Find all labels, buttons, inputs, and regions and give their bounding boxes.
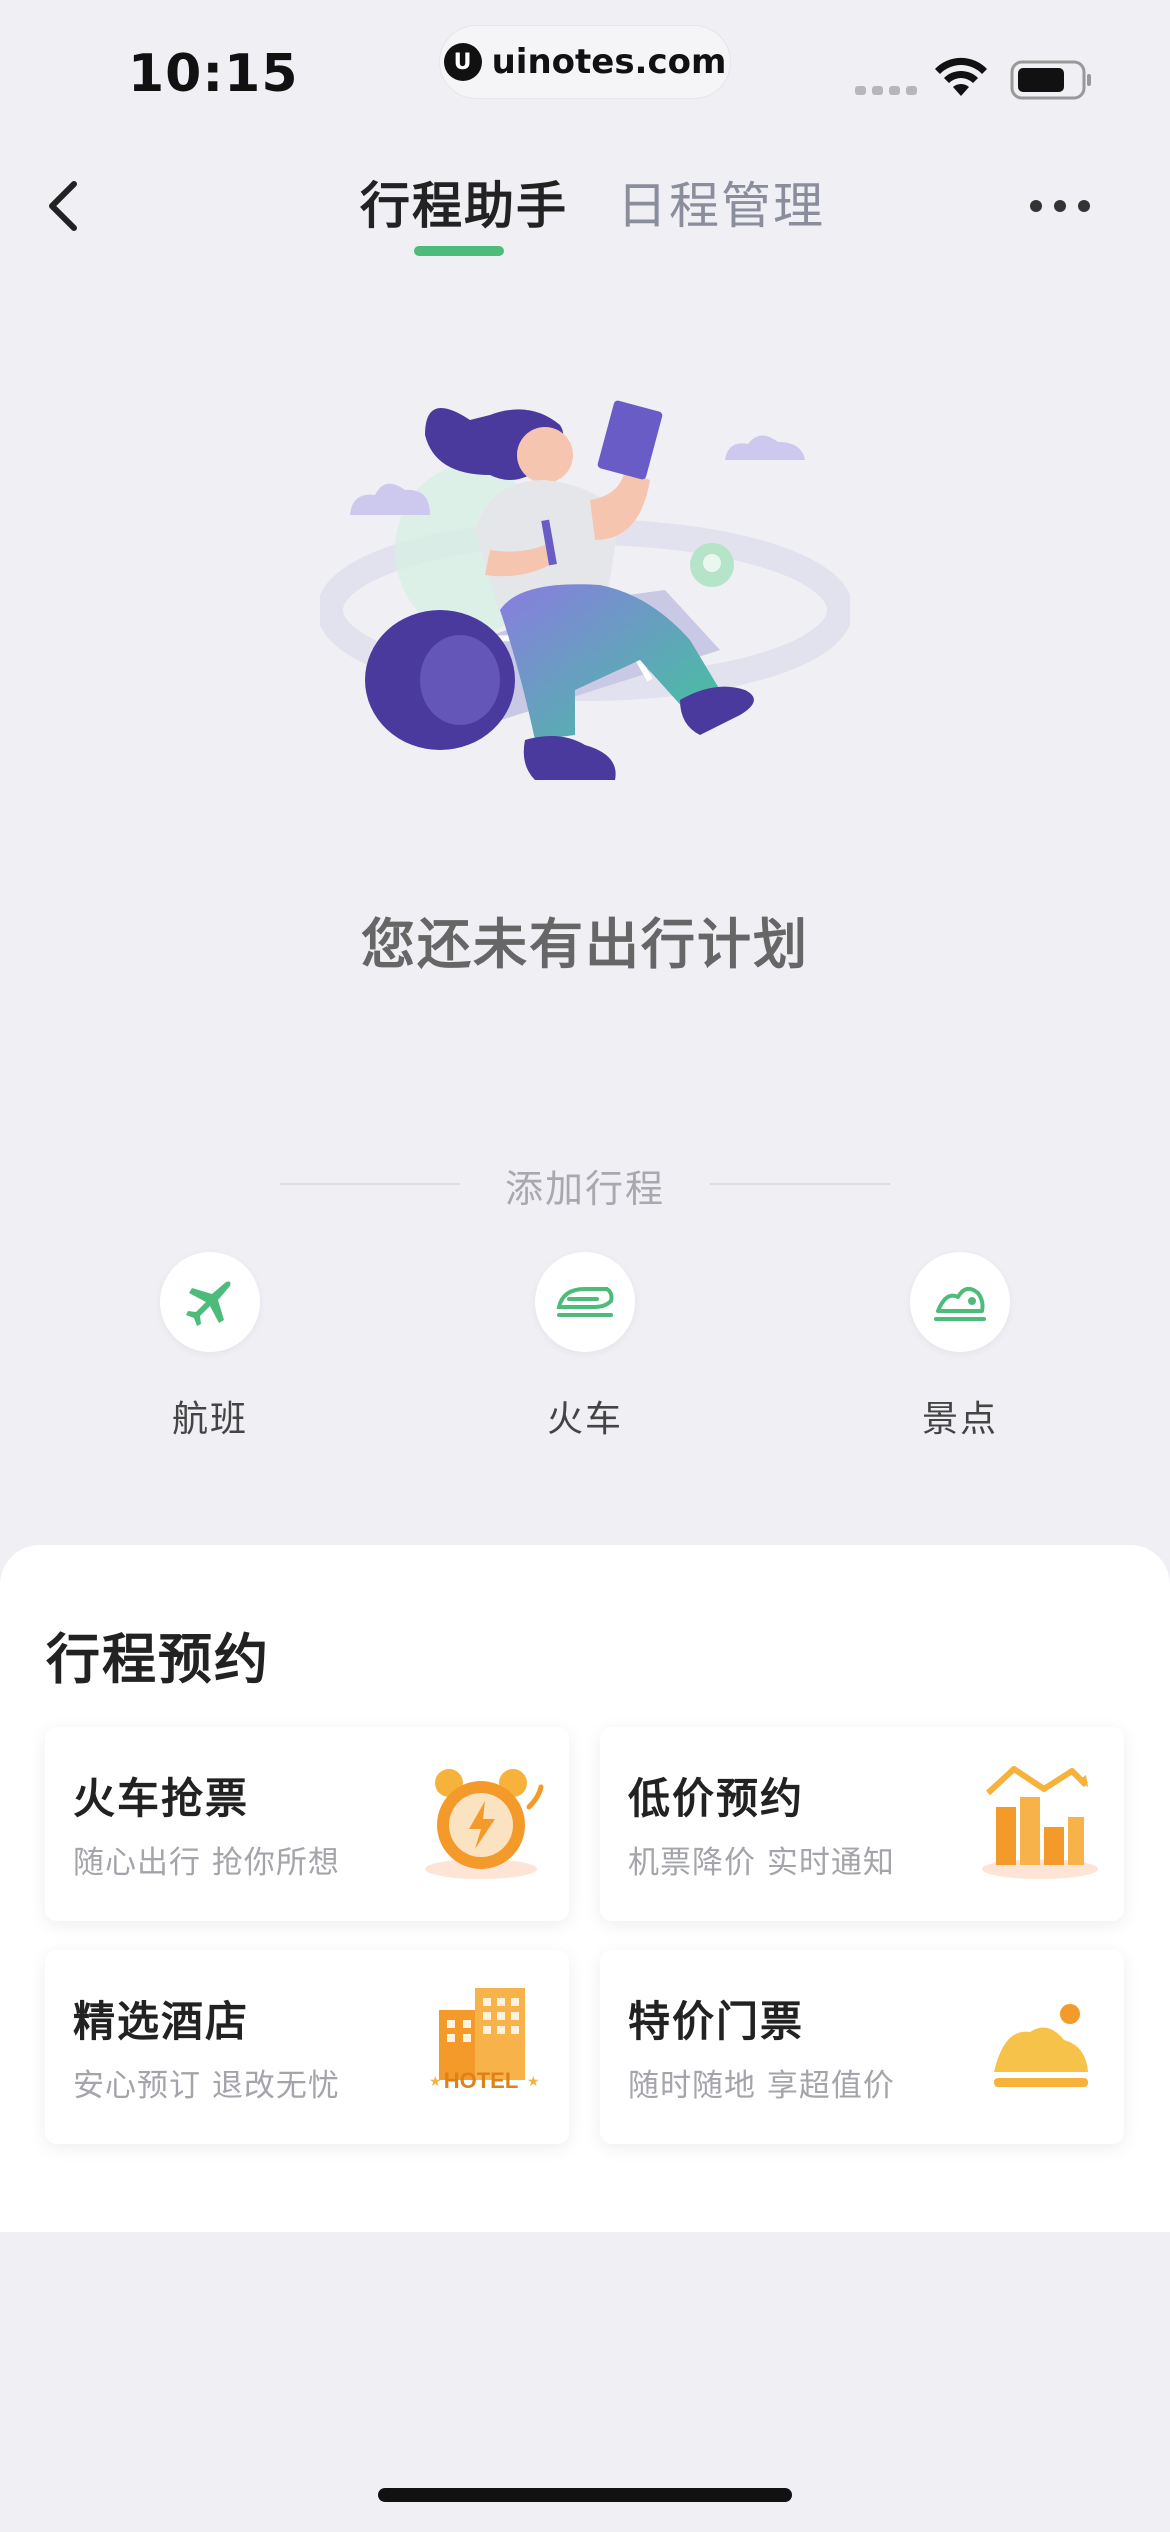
url-text: uinotes.com — [491, 42, 727, 82]
cellular-signal-icon — [855, 86, 917, 95]
train-icon-circle[interactable] — [535, 1252, 635, 1352]
price-drop-chart-icon — [982, 1766, 1098, 1879]
alarm-clock-icon — [425, 1769, 544, 1879]
attraction-icon — [934, 1286, 986, 1321]
divider-line — [710, 1183, 890, 1185]
card-subtitle: 随时随地 享超值价 — [628, 2068, 895, 2104]
flight-icon-circle[interactable] — [160, 1252, 260, 1352]
card-title: 低价预约 — [628, 1774, 805, 1823]
tab-trip-assistant[interactable]: 行程助手 — [360, 166, 568, 238]
svg-text:★: ★ — [527, 2074, 540, 2090]
attraction-label: 景点 — [921, 1399, 998, 1440]
svg-text:★: ★ — [429, 2074, 442, 2090]
tab-schedule-management[interactable]: 日程管理 — [617, 166, 825, 238]
site-logo-icon: U — [443, 43, 482, 81]
wifi-icon — [935, 57, 987, 96]
dot-icon — [1030, 200, 1042, 212]
low-price-booking-card[interactable]: 低价预约 机票降价 实时通知 — [600, 1727, 1124, 1921]
mountain-sun-icon — [994, 2004, 1088, 2087]
hotel-icon-text: HOTEL — [444, 2068, 519, 2093]
back-button[interactable] — [38, 176, 88, 236]
booking-panel: 行程预约 火车抢票 随心出行 抢你所想 低价预约 机票降价 实时通知 精选酒店 — [0, 1545, 1170, 2232]
attraction-icon-circle[interactable] — [910, 1252, 1010, 1352]
add-attraction-button[interactable]: 景点 — [860, 1252, 1060, 1442]
selected-hotel-card[interactable]: 精选酒店 安心预订 退改无忧 HOTEL ★ ★ — [45, 1950, 569, 2144]
card-subtitle: 随心出行 抢你所想 — [73, 1845, 340, 1881]
dot-icon — [1078, 200, 1090, 212]
train-label: 火车 — [546, 1399, 623, 1440]
flight-label: 航班 — [171, 1399, 248, 1440]
more-options-button[interactable] — [1030, 200, 1090, 212]
booking-title: 行程预约 — [46, 1628, 270, 1691]
train-ticket-grab-card[interactable]: 火车抢票 随心出行 抢你所想 — [45, 1727, 569, 1921]
card-subtitle: 机票降价 实时通知 — [628, 1845, 895, 1881]
discount-ticket-card[interactable]: 特价门票 随时随地 享超值价 — [600, 1950, 1124, 2144]
card-subtitle: 安心预订 退改无忧 — [73, 2068, 340, 2104]
battery-icon — [1010, 60, 1091, 100]
train-icon — [556, 1287, 614, 1317]
airplane-icon — [186, 1281, 231, 1326]
add-train-button[interactable]: 火车 — [485, 1252, 685, 1442]
card-title: 精选酒店 — [73, 1997, 250, 2046]
hotel-icon: HOTEL ★ ★ — [429, 1988, 540, 2093]
card-title: 火车抢票 — [73, 1774, 250, 1823]
empty-state-message: 您还未有出行计划 — [361, 913, 809, 976]
add-flight-button[interactable]: 航班 — [110, 1252, 310, 1442]
status-time: 10:15 — [128, 44, 299, 104]
active-tab-indicator — [414, 246, 504, 256]
add-trip-title: 添加行程 — [504, 1167, 665, 1211]
empty-trip-illustration — [320, 400, 850, 780]
url-pill[interactable]: U uinotes.com — [440, 26, 730, 98]
home-indicator[interactable] — [378, 2488, 792, 2502]
add-trip-divider: 添加行程 — [280, 1150, 890, 1220]
dot-icon — [1054, 200, 1066, 212]
status-bar: 10:15 U uinotes.com — [0, 0, 1170, 130]
card-title: 特价门票 — [628, 1997, 805, 2046]
